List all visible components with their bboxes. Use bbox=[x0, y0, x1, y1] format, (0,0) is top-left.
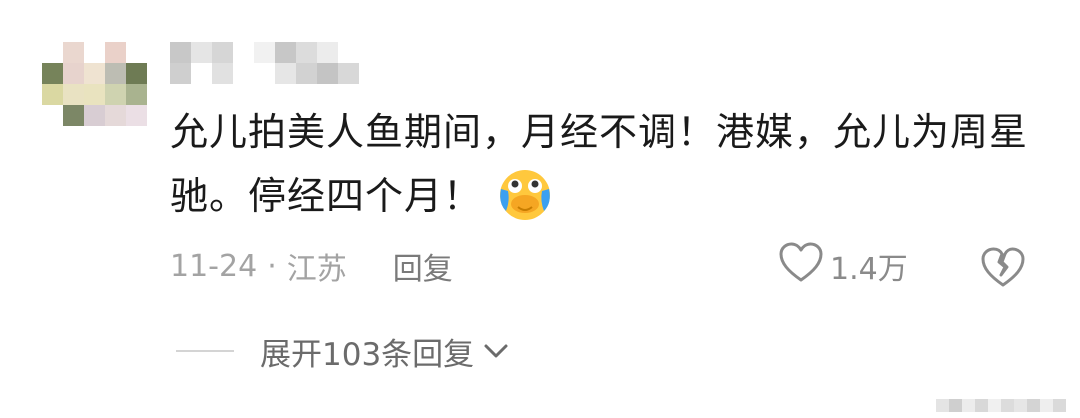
watermark-mosaic-pixel bbox=[1053, 399, 1066, 412]
username-mosaic-pixel bbox=[254, 63, 275, 84]
username-mosaic-pixel bbox=[338, 42, 359, 63]
expand-replies-label: 展开103条回复 bbox=[260, 336, 475, 373]
avatar-mosaic-pixel bbox=[42, 63, 63, 84]
username-mosaic-pixel bbox=[212, 42, 233, 63]
username-mosaic-pixel bbox=[338, 63, 359, 84]
comment-meta: 11-24 · 江苏 回复 bbox=[170, 244, 453, 288]
comment-body: 允儿拍美人鱼期间，月经不调！港媒，允儿为周星驰。停经四个月！ bbox=[170, 100, 1030, 228]
dislike-button[interactable] bbox=[980, 246, 1026, 288]
avatar-mosaic-pixel bbox=[84, 84, 105, 105]
username-mosaic-pixel bbox=[233, 63, 254, 84]
username-mosaic-pixel bbox=[275, 63, 296, 84]
heart-icon bbox=[778, 241, 830, 291]
avatar-mosaic-pixel bbox=[105, 63, 126, 84]
username-mosaic-pixel bbox=[317, 42, 338, 63]
comment-date: 11-24 bbox=[170, 248, 258, 284]
watermark-mosaic-pixel bbox=[988, 399, 1001, 412]
username-mosaic-pixel bbox=[170, 42, 191, 63]
username-mosaic-pixel bbox=[317, 63, 338, 84]
broken-heart-icon bbox=[980, 247, 1026, 292]
divider-line bbox=[176, 350, 234, 352]
avatar-mosaic-pixel bbox=[63, 63, 84, 84]
comment-text: 允儿拍美人鱼期间，月经不调！港媒，允儿为周星驰。停经四个月！ bbox=[170, 110, 1029, 218]
avatar[interactable] bbox=[42, 42, 147, 126]
watermark bbox=[936, 399, 1066, 412]
avatar-mosaic-pixel bbox=[126, 42, 147, 63]
avatar-mosaic-pixel bbox=[63, 84, 84, 105]
like-button[interactable]: 1.4万 bbox=[778, 241, 908, 291]
username-mosaic-pixel bbox=[296, 42, 317, 63]
meta-separator: · bbox=[267, 248, 277, 284]
avatar-mosaic-pixel bbox=[84, 63, 105, 84]
avatar-mosaic-pixel bbox=[42, 105, 63, 126]
username-mosaic-pixel bbox=[170, 63, 191, 84]
expand-replies-button[interactable]: 展开103条回复 bbox=[176, 326, 510, 376]
like-count: 1.4万 bbox=[830, 252, 908, 287]
avatar-mosaic-pixel bbox=[42, 84, 63, 105]
crying-laughing-emoji-icon bbox=[496, 165, 554, 223]
username-mosaic-pixel bbox=[191, 42, 212, 63]
username-mosaic-pixel bbox=[254, 42, 275, 63]
comment-location: 江苏 bbox=[286, 252, 347, 287]
avatar-mosaic-pixel bbox=[42, 42, 63, 63]
username-mosaic-pixel bbox=[212, 63, 233, 84]
username-redacted[interactable] bbox=[170, 42, 359, 84]
chevron-down-icon bbox=[474, 333, 510, 369]
watermark-mosaic-pixel bbox=[949, 399, 962, 412]
watermark-mosaic-pixel bbox=[1001, 399, 1014, 412]
avatar-mosaic-pixel bbox=[126, 105, 147, 126]
username-mosaic-pixel bbox=[275, 42, 296, 63]
avatar-mosaic-pixel bbox=[105, 105, 126, 126]
watermark-mosaic-pixel bbox=[962, 399, 975, 412]
avatar-mosaic-pixel bbox=[105, 42, 126, 63]
avatar-mosaic-pixel bbox=[63, 105, 84, 126]
watermark-mosaic-pixel bbox=[1027, 399, 1040, 412]
avatar-mosaic-pixel bbox=[105, 84, 126, 105]
avatar-mosaic-pixel bbox=[84, 105, 105, 126]
username-mosaic-pixel bbox=[233, 42, 254, 63]
watermark-mosaic-pixel bbox=[1014, 399, 1027, 412]
watermark-mosaic-pixel bbox=[1040, 399, 1053, 412]
reply-button[interactable]: 回复 bbox=[393, 244, 453, 288]
username-mosaic-pixel bbox=[296, 63, 317, 84]
avatar-mosaic-pixel bbox=[84, 42, 105, 63]
avatar-mosaic-pixel bbox=[126, 63, 147, 84]
username-mosaic-pixel bbox=[191, 63, 212, 84]
avatar-mosaic-pixel bbox=[126, 84, 147, 105]
watermark-mosaic-pixel bbox=[936, 399, 949, 412]
avatar-mosaic-pixel bbox=[63, 42, 84, 63]
watermark-mosaic-pixel bbox=[975, 399, 988, 412]
